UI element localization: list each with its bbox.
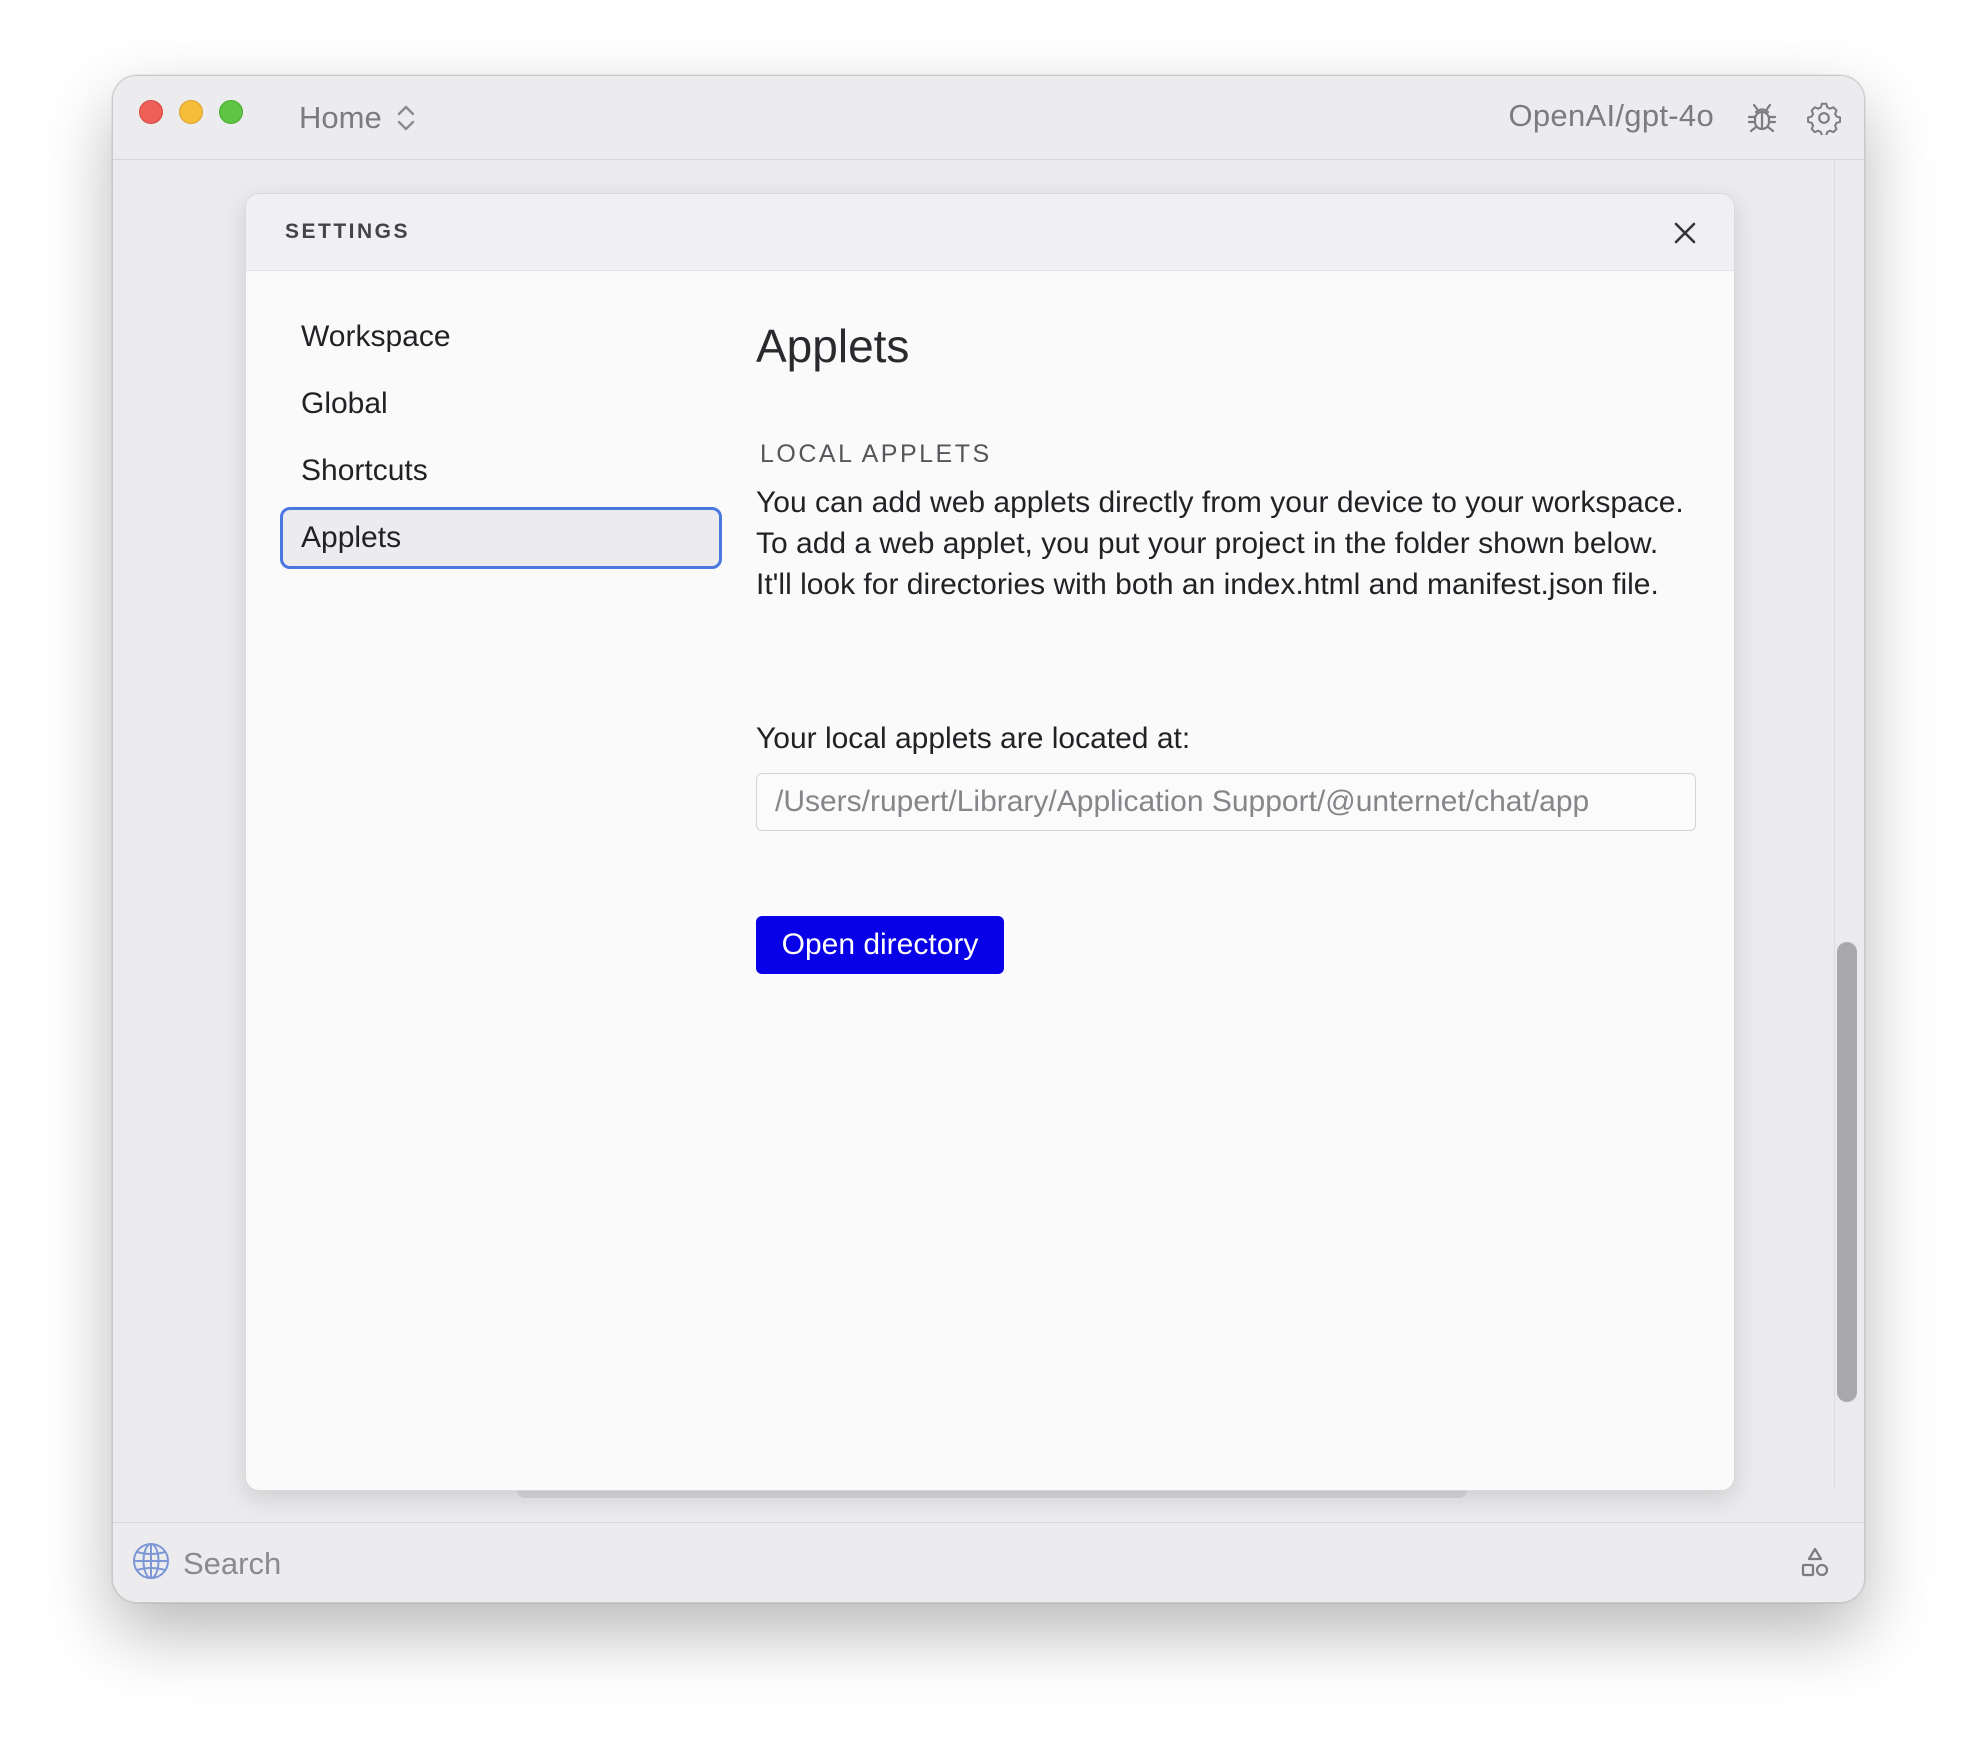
section-heading: LOCAL APPLETS (760, 440, 992, 468)
scrollbar-thumb[interactable] (1837, 942, 1857, 1402)
shapes-icon[interactable] (1796, 1543, 1834, 1581)
settings-dialog: SETTINGS Workspace Global Shortcuts Appl… (245, 193, 1735, 1491)
nav-item-workspace[interactable]: Workspace (280, 306, 722, 368)
window-maximize-button[interactable] (219, 100, 243, 124)
applets-description: You can add web applets directly from yo… (756, 486, 1684, 601)
settings-nav: Workspace Global Shortcuts Applets (280, 306, 722, 574)
settings-title: SETTINGS (285, 220, 411, 243)
model-selector[interactable]: OpenAI/gpt-4o (1508, 98, 1714, 134)
window-close-button[interactable] (139, 100, 163, 124)
workspace-switcher[interactable]: Home (299, 96, 416, 140)
applets-path-field[interactable] (756, 773, 1696, 831)
location-label: Your local applets are located at: (756, 722, 1191, 755)
gear-icon[interactable] (1806, 100, 1842, 136)
title-bar: Home OpenAI/gpt-4o (113, 76, 1864, 160)
chevron-up-down-icon (396, 103, 416, 133)
workspace-label: Home (299, 100, 382, 135)
nav-item-applets[interactable]: Applets (280, 507, 722, 569)
open-directory-button[interactable]: Open directory (756, 916, 1004, 974)
window-minimize-button[interactable] (179, 100, 203, 124)
search-placeholder: Search (183, 1545, 282, 1581)
page-title: Applets (756, 320, 910, 372)
search-input[interactable]: Search (131, 1541, 281, 1586)
bottom-bar: Search (113, 1522, 1864, 1602)
globe-icon (131, 1541, 171, 1586)
nav-item-global[interactable]: Global (280, 373, 722, 435)
nav-item-shortcuts[interactable]: Shortcuts (280, 440, 722, 502)
close-icon[interactable] (1670, 218, 1700, 248)
bug-icon[interactable] (1744, 100, 1780, 136)
settings-dialog-header: SETTINGS (246, 194, 1734, 271)
app-window: Home OpenAI/gpt-4o SETTINGS Workspace Gl… (112, 75, 1865, 1603)
